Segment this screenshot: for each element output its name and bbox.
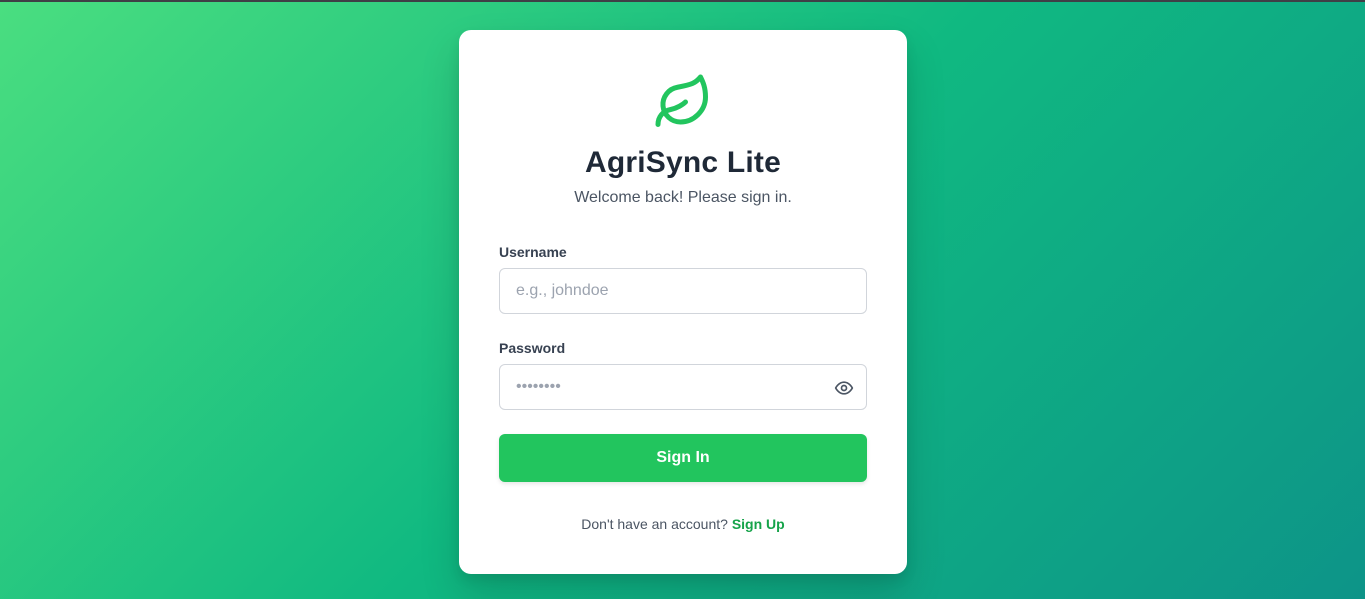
password-field-container: [499, 364, 867, 410]
password-label: Password: [499, 340, 566, 356]
username-input[interactable]: [500, 269, 866, 313]
signup-prompt: Don't have an account? Sign Up: [459, 516, 907, 532]
leaf-icon: [655, 74, 708, 127]
sign-in-button[interactable]: Sign In: [499, 434, 867, 482]
window-top-border: [0, 0, 1365, 2]
username-label: Username: [499, 244, 567, 260]
signup-prompt-text: Don't have an account?: [581, 516, 728, 532]
login-card: AgriSync Lite Welcome back! Please sign …: [459, 30, 907, 574]
sign-up-link[interactable]: Sign Up: [732, 516, 785, 532]
username-field-container: [499, 268, 867, 314]
app-title: AgriSync Lite: [585, 146, 781, 179]
welcome-subtitle: Welcome back! Please sign in.: [574, 189, 792, 206]
password-input[interactable]: [500, 365, 866, 409]
eye-icon[interactable]: [834, 378, 854, 398]
